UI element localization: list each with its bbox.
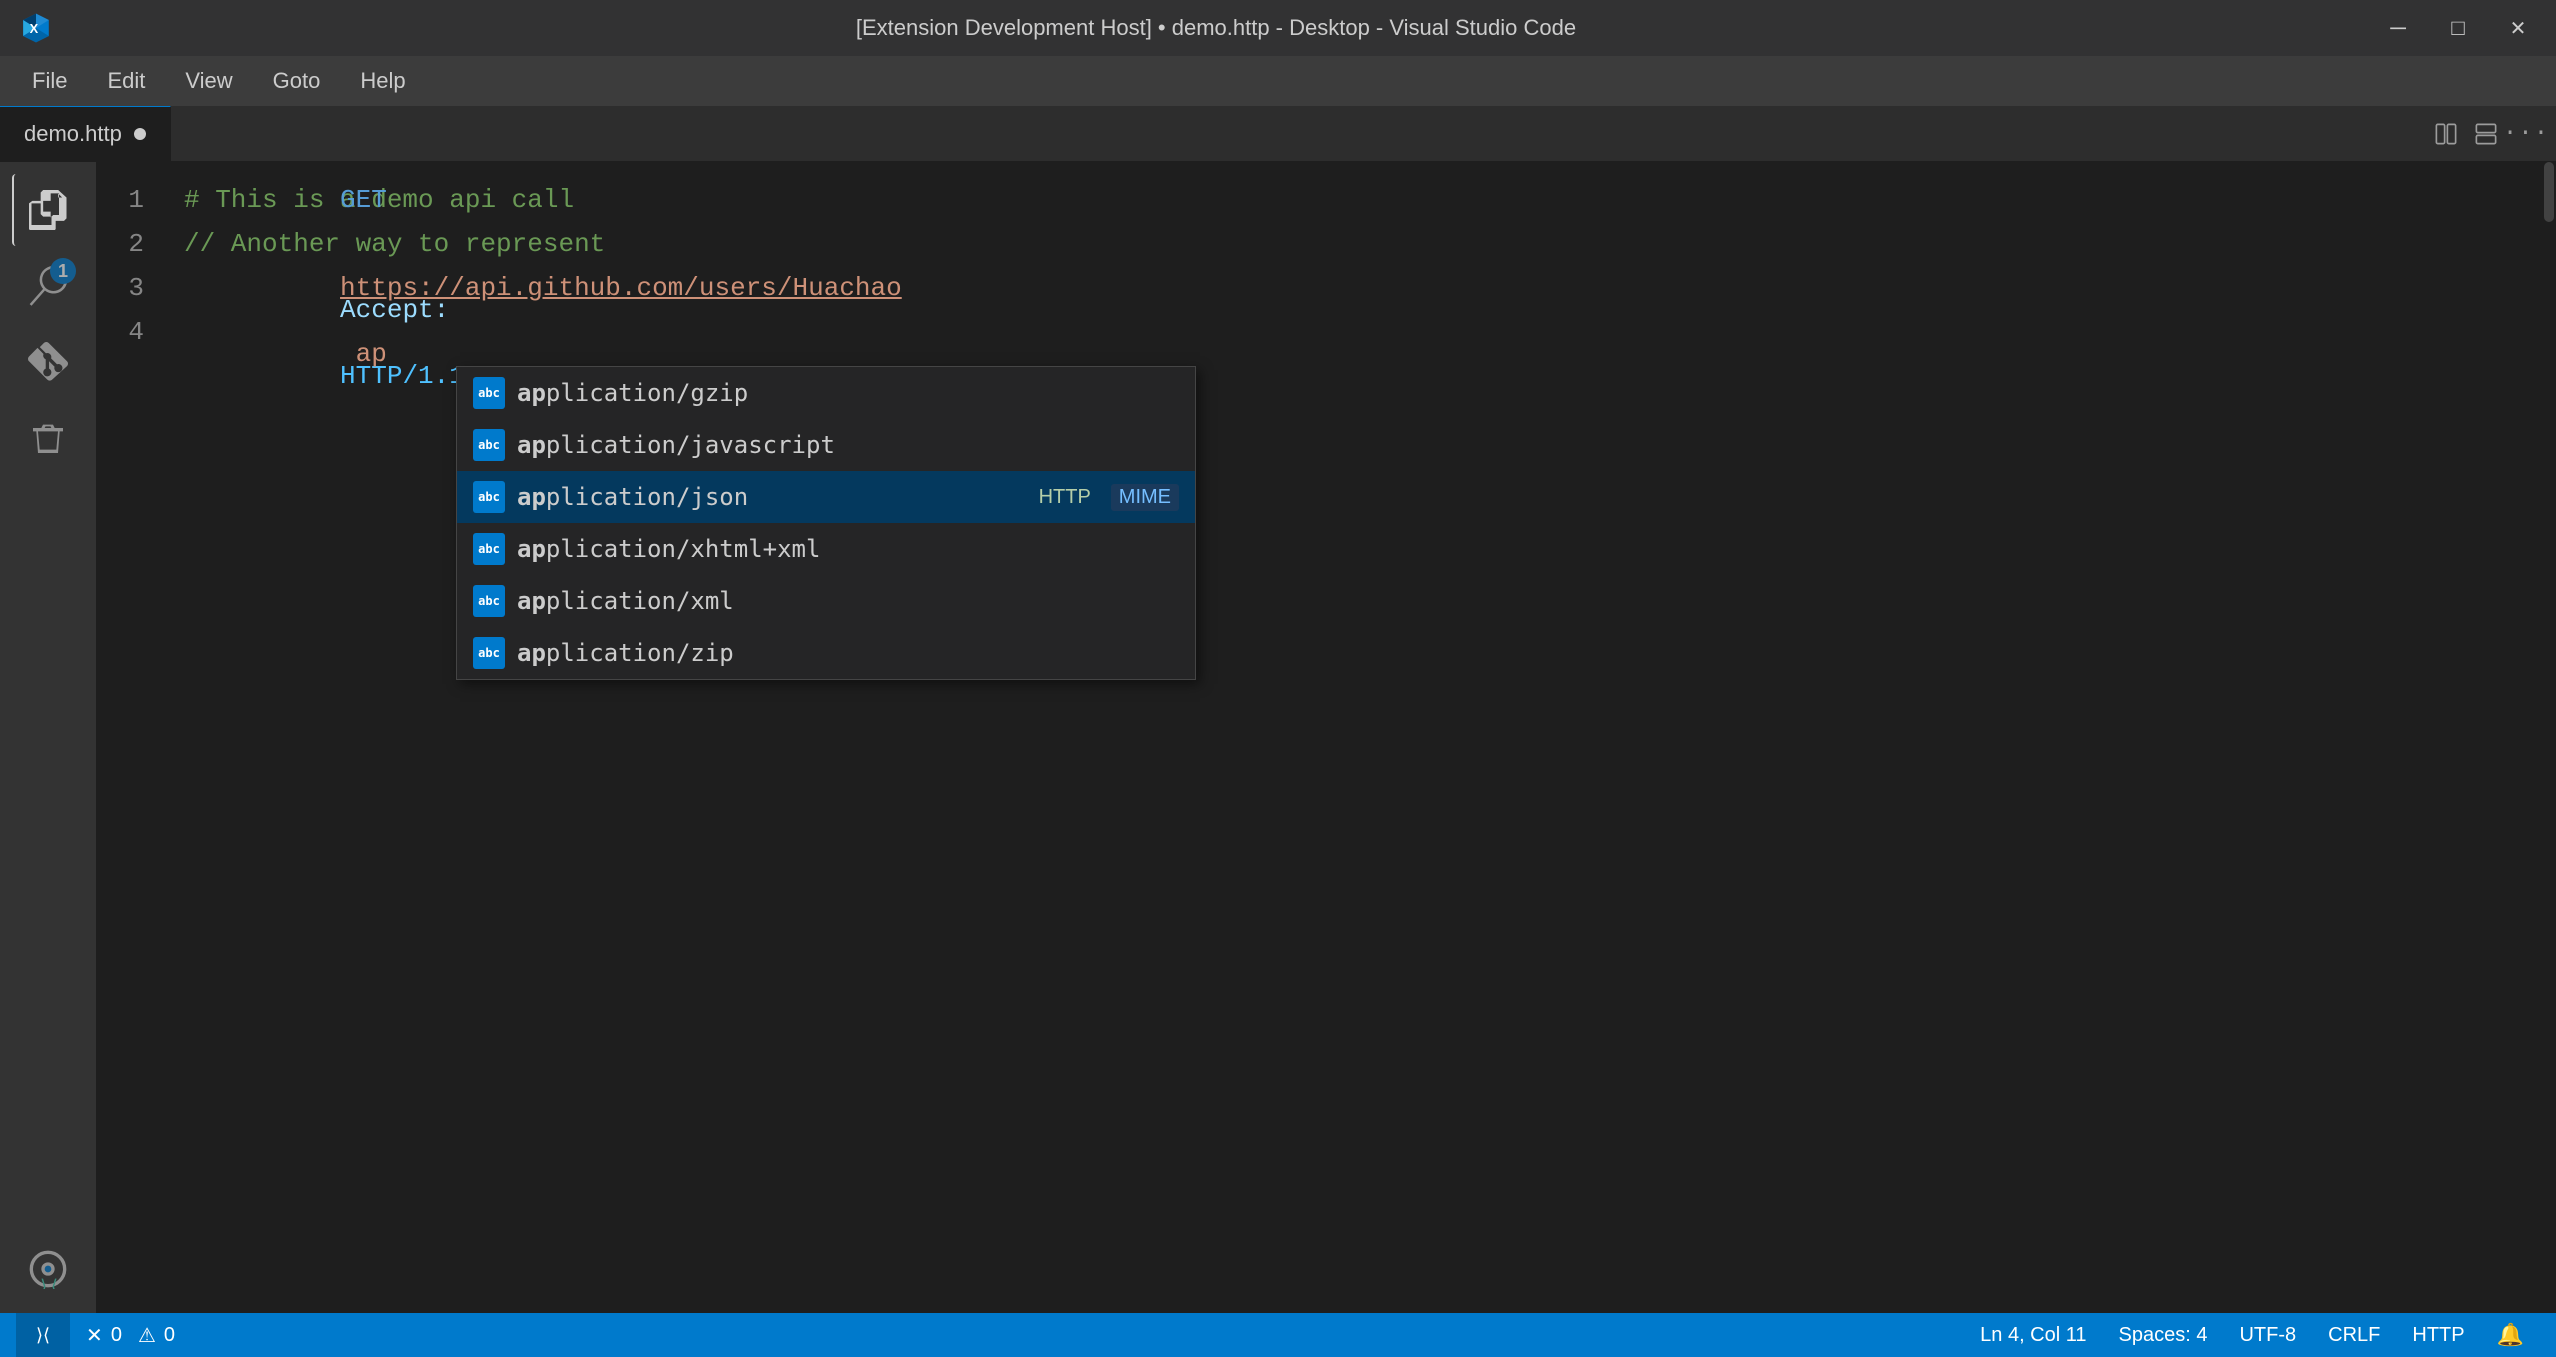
ac-icon-1: abc	[473, 429, 505, 461]
activity-extensions[interactable]	[12, 402, 84, 474]
autocomplete-item-2[interactable]: abc application/json HTTP MIME	[457, 471, 1195, 523]
statusbar-right: Ln 4, Col 11 Spaces: 4 UTF-8 CRLF HTTP 🔔	[1964, 1313, 2540, 1357]
error-icon: ✕	[86, 1323, 103, 1348]
code-line-4: 4 Accept: ap	[96, 310, 2556, 354]
status-spaces[interactable]: Spaces: 4	[2103, 1313, 2224, 1357]
line-number-4: 4	[96, 310, 176, 354]
titlebar-title: [Extension Development Host] • demo.http…	[64, 15, 2368, 41]
svg-text:X: X	[30, 21, 39, 36]
line-number-1: 1	[96, 178, 176, 222]
code-header-val: ap	[340, 339, 387, 369]
scrollbar-thumb[interactable]	[2544, 162, 2554, 222]
line-ending-text: CRLF	[2328, 1324, 2380, 1347]
status-notifications[interactable]: 🔔	[2481, 1313, 2540, 1357]
ac-text-4: application/xml	[517, 587, 1179, 615]
statusbar: ⟩⟨ ✕ 0 ⚠ 0 Ln 4, Col 11 Spaces: 4 UTF-8 …	[0, 1313, 2556, 1357]
ac-text-1: application/javascript	[517, 431, 1179, 459]
line-number-2: 2	[96, 222, 176, 266]
menu-view[interactable]: View	[169, 62, 248, 100]
status-language[interactable]: HTTP	[2396, 1313, 2480, 1357]
autocomplete-item-1[interactable]: abc application/javascript	[457, 419, 1195, 471]
close-button[interactable]: ✕	[2500, 10, 2536, 46]
menubar: File Edit View Goto Help	[0, 56, 2556, 106]
tabbar: demo.http ···	[0, 106, 2556, 162]
status-position[interactable]: Ln 4, Col 11	[1964, 1313, 2102, 1357]
main-layout: 1 ⟩⟨ 1 # This is a demo api call	[0, 162, 2556, 1313]
svg-text:⟩⟨: ⟩⟨	[38, 1276, 60, 1289]
remote-icon: ⟩⟨	[36, 1325, 50, 1346]
ac-type-2: HTTP	[1039, 486, 1091, 509]
status-line-ending[interactable]: CRLF	[2312, 1313, 2396, 1357]
activity-bar: 1 ⟩⟨	[0, 162, 96, 1313]
minimize-button[interactable]: ─	[2380, 10, 2416, 46]
language-text: HTTP	[2412, 1324, 2464, 1347]
ac-icon-2: abc	[473, 481, 505, 513]
ac-text-5: application/zip	[517, 639, 1179, 667]
scrollbar-right[interactable]	[2536, 162, 2556, 1313]
ac-text-2: application/json	[517, 483, 1019, 511]
code-method: GET	[340, 185, 387, 215]
menu-file[interactable]: File	[16, 62, 83, 100]
position-text: Ln 4, Col 11	[1980, 1324, 2086, 1347]
more-actions-button[interactable]: ···	[2508, 116, 2544, 152]
activity-git[interactable]	[12, 326, 84, 398]
autocomplete-item-3[interactable]: abc application/xhtml+xml	[457, 523, 1195, 575]
warning-icon: ⚠	[138, 1323, 156, 1348]
titlebar-controls: ─ □ ✕	[2380, 10, 2536, 46]
code-container: 1 # This is a demo api call 2 // Another…	[96, 162, 2556, 370]
menu-edit[interactable]: Edit	[91, 62, 161, 100]
status-errors[interactable]: ✕ 0 ⚠ 0	[70, 1313, 191, 1357]
autocomplete-item-4[interactable]: abc application/xml	[457, 575, 1195, 627]
autocomplete-item-0[interactable]: abc application/gzip	[457, 367, 1195, 419]
ac-icon-0: abc	[473, 377, 505, 409]
code-header-key: Accept:	[340, 295, 449, 325]
encoding-text: UTF-8	[2239, 1324, 2296, 1347]
ac-text-0: application/gzip	[517, 379, 1179, 407]
activity-search[interactable]: 1	[12, 250, 84, 322]
error-count: 0	[111, 1324, 122, 1347]
ac-text-3: application/xhtml+xml	[517, 535, 1179, 563]
autocomplete-dropdown[interactable]: abc application/gzip abc application/jav…	[456, 366, 1196, 680]
activity-explorer[interactable]	[12, 174, 84, 246]
search-badge: 1	[50, 258, 76, 284]
ac-icon-5: abc	[473, 637, 505, 669]
statusbar-left: ⟩⟨ ✕ 0 ⚠ 0	[16, 1313, 191, 1357]
ac-icon-3: abc	[473, 533, 505, 565]
titlebar: X [Extension Development Host] • demo.ht…	[0, 0, 2556, 56]
vscode-icon: X	[20, 12, 52, 44]
status-encoding[interactable]: UTF-8	[2223, 1313, 2312, 1357]
warning-count: 0	[164, 1324, 175, 1347]
autocomplete-item-5[interactable]: abc application/zip	[457, 627, 1195, 679]
ac-icon-4: abc	[473, 585, 505, 617]
menu-goto[interactable]: Goto	[257, 62, 337, 100]
editor-area[interactable]: 1 # This is a demo api call 2 // Another…	[96, 162, 2556, 1313]
ac-source-2: MIME	[1111, 484, 1179, 511]
tab-filename: demo.http	[24, 121, 122, 147]
maximize-button[interactable]: □	[2440, 10, 2476, 46]
menu-help[interactable]: Help	[344, 62, 421, 100]
line-number-3: 3	[96, 266, 176, 310]
spaces-text: Spaces: 4	[2119, 1324, 2208, 1347]
tab-demo-http[interactable]: demo.http	[0, 106, 171, 161]
activity-remote[interactable]: ⟩⟨	[12, 1233, 84, 1305]
editor-layout-button[interactable]	[2468, 116, 2504, 152]
status-remote[interactable]: ⟩⟨	[16, 1313, 70, 1357]
tab-modified-dot	[134, 128, 146, 140]
split-editor-button[interactable]	[2428, 116, 2464, 152]
tabbar-actions: ···	[2416, 106, 2556, 161]
